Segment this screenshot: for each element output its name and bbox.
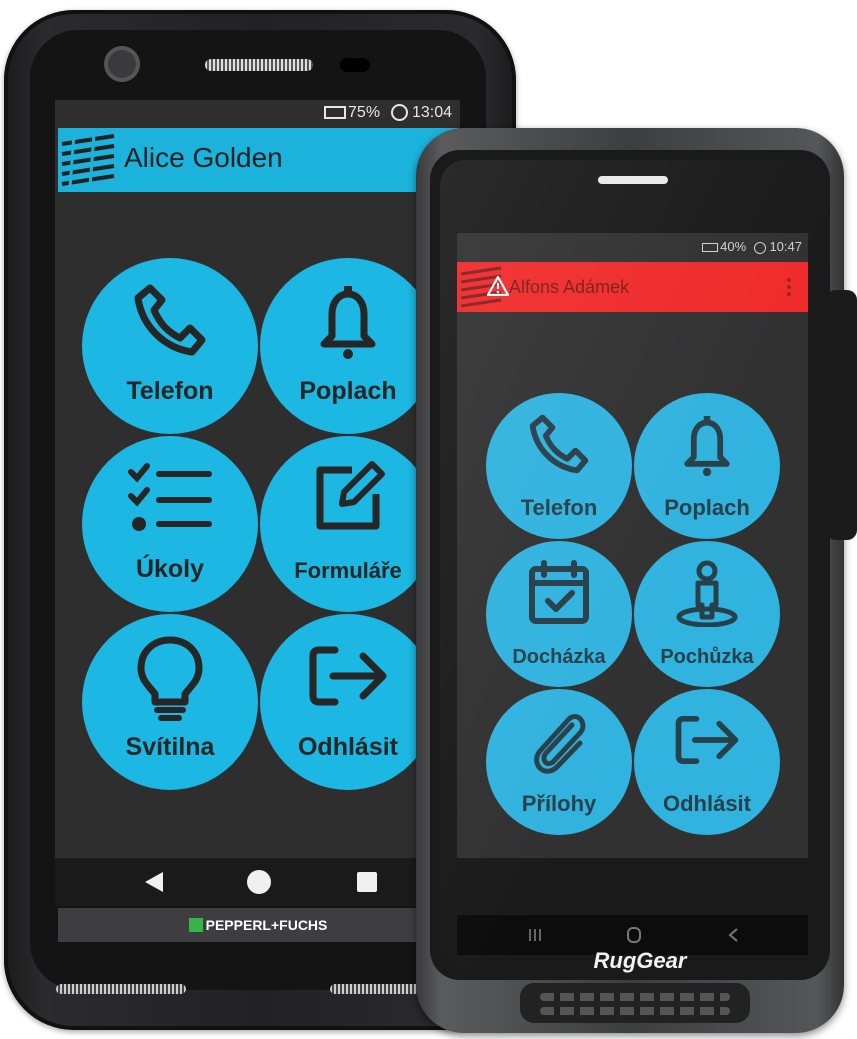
tile-pochuzka[interactable]: Pochůzka <box>634 541 780 687</box>
bell-icon <box>320 282 376 359</box>
edit-icon <box>316 461 385 530</box>
clock-icon <box>390 104 408 122</box>
bell-icon <box>684 415 730 477</box>
earpiece <box>598 176 668 184</box>
side-bumper <box>826 290 857 540</box>
home-icon[interactable] <box>625 926 643 944</box>
tile-label: Pochůzka <box>660 646 754 668</box>
tile-label: Formuláře <box>294 558 402 583</box>
tile-label: Poplach <box>664 495 750 520</box>
brand-name: RugGear <box>593 948 687 973</box>
tile-label: Telefon <box>520 495 598 520</box>
tile-label: Svítilna <box>125 733 215 761</box>
phone-icon <box>134 284 206 356</box>
tile-telefon[interactable]: Telefon <box>82 258 258 434</box>
battery-level: 75% <box>348 104 381 121</box>
tile-odhlasit[interactable]: Odhlásit <box>260 614 436 790</box>
recents-icon[interactable] <box>356 871 378 893</box>
tile-label: Telefon <box>126 377 214 405</box>
back-icon[interactable] <box>727 927 739 943</box>
battery-icon <box>324 106 347 120</box>
status-time: 13:04 <box>411 104 452 121</box>
app-logo-icon <box>61 134 115 188</box>
tile-prilohy[interactable]: Přílohy <box>486 689 632 835</box>
back-icon[interactable] <box>143 870 165 894</box>
battery-level: 40% <box>720 239 747 254</box>
logout-icon <box>675 715 739 765</box>
recents-icon[interactable] <box>527 927 543 943</box>
brand-name: PEPPERL+FUCHS <box>205 917 328 933</box>
battery-icon <box>702 243 719 253</box>
tile-label: Úkoly <box>135 555 205 583</box>
warning-icon <box>487 276 509 296</box>
bottom-speaker-grille <box>520 983 750 1023</box>
tile-label: Odhlásit <box>662 791 751 816</box>
proximity-sensor <box>340 58 370 72</box>
tile-label: Docházka <box>512 646 606 668</box>
navigation-bar <box>55 858 460 906</box>
logout-icon <box>309 646 387 706</box>
tile-formulare[interactable]: Formuláře <box>260 436 436 612</box>
phone-icon <box>529 414 589 474</box>
tile-svitilna[interactable]: Svítilna <box>82 614 258 790</box>
front-camera <box>104 46 140 82</box>
paperclip-icon <box>534 714 586 774</box>
clock-icon <box>753 241 766 254</box>
tile-poplach[interactable]: Poplach <box>634 393 780 539</box>
bottom-speaker-grille <box>330 984 420 994</box>
user-name: Alfons Adámek <box>509 277 630 297</box>
tile-label: Odhlásit <box>297 733 398 761</box>
tile-label: Poplach <box>299 377 397 405</box>
overflow-menu-icon[interactable] <box>786 278 792 296</box>
speaker-holes <box>540 993 730 1001</box>
speaker-holes <box>540 1007 730 1015</box>
status-bar: 75% 13:04 <box>55 100 460 126</box>
title-bar: Alfons Adámek <box>457 262 808 312</box>
pepperl-fuchs-logo-icon <box>188 918 203 932</box>
brand-strip: PEPPERL+FUCHS <box>58 908 458 942</box>
home-icon[interactable] <box>246 869 272 895</box>
tile-dochazka[interactable]: Docházka <box>486 541 632 687</box>
person-location-icon <box>676 560 738 627</box>
calendar-check-icon <box>529 560 589 624</box>
tile-poplach[interactable]: Poplach <box>260 258 436 434</box>
tile-label: Přílohy <box>521 791 597 816</box>
tile-odhlasit[interactable]: Odhlásit <box>634 689 780 835</box>
status-bar: 40% 10:47 <box>457 233 808 259</box>
checklist-icon <box>128 463 212 531</box>
earpiece-grille <box>205 59 313 71</box>
user-name: Alice Golden <box>124 142 283 173</box>
lightbulb-icon <box>137 636 203 721</box>
tile-ukoly[interactable]: Úkoly <box>82 436 258 612</box>
tile-telefon[interactable]: Telefon <box>486 393 632 539</box>
bottom-speaker-grille <box>56 984 186 994</box>
title-bar: Alice Golden <box>58 128 458 192</box>
status-time: 10:47 <box>769 239 802 254</box>
